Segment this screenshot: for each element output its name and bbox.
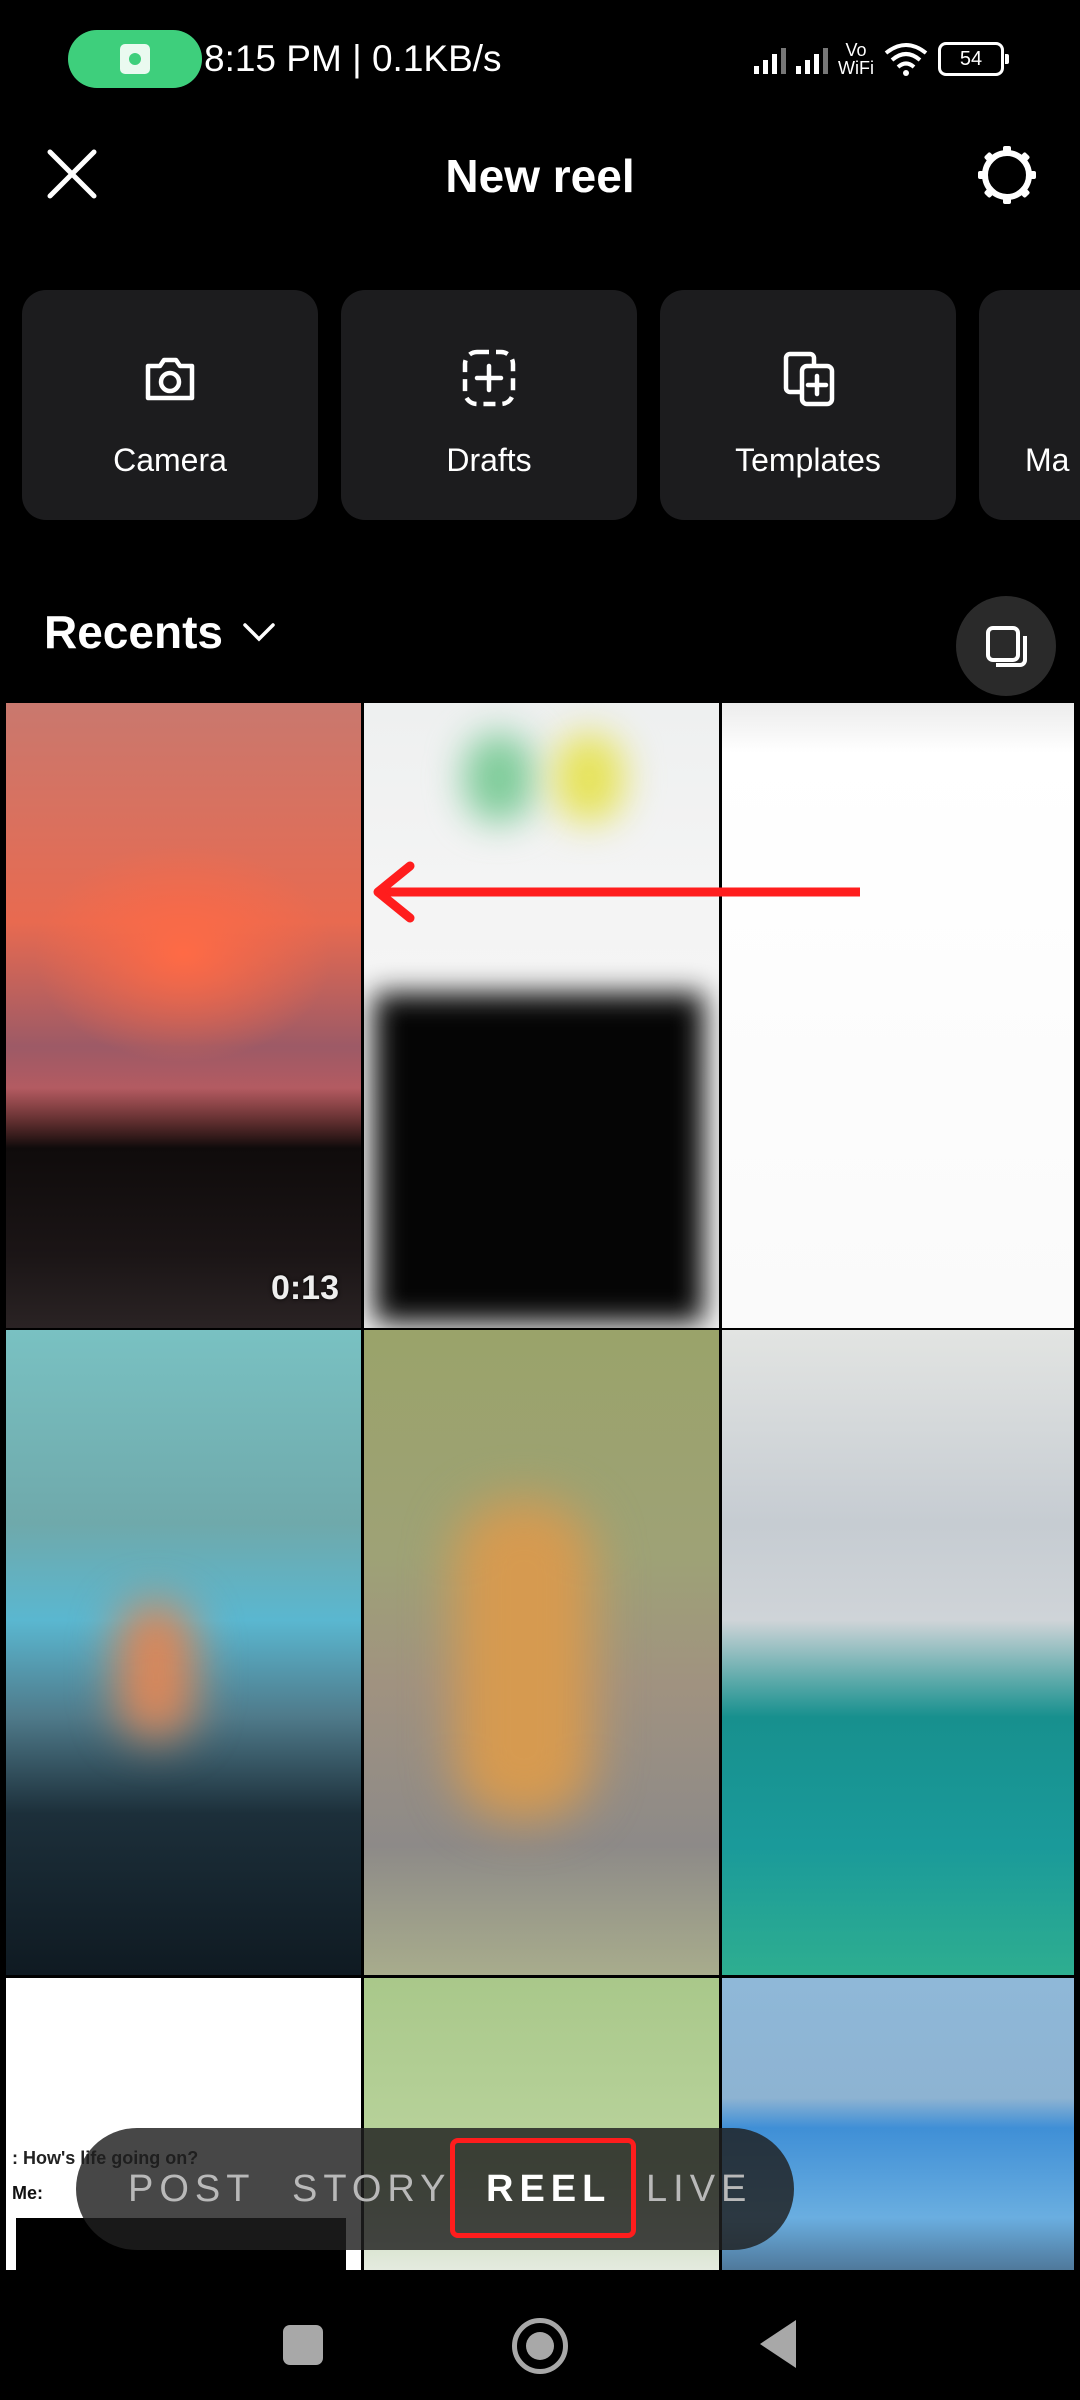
screen-recording-indicator[interactable] (68, 30, 202, 88)
drafts-label: Drafts (446, 442, 532, 478)
thumbnail-image (374, 993, 704, 1323)
create-options: Camera Drafts Templates Ma (22, 290, 1080, 520)
drafts-tile[interactable]: Drafts (341, 290, 637, 520)
battery-icon: 54 (938, 42, 1009, 76)
camera-label: Camera (113, 442, 227, 478)
status-time-speed: 8:15 PM | 0.1KB/s (204, 38, 502, 79)
status-icons: Vo WiFi 54 (754, 34, 1009, 84)
wifi-icon (884, 43, 928, 76)
system-nav-bar (0, 2270, 1080, 2400)
recording-camera-icon (120, 44, 150, 74)
mode-live[interactable]: LIVE (646, 2166, 752, 2212)
thumbnail-me-label: Me: (12, 2183, 43, 2203)
media-thumbnail[interactable] (6, 1330, 361, 1975)
video-duration: 0:13 (270, 1269, 339, 1307)
battery-level: 54 (959, 47, 983, 70)
select-multiple-icon (986, 626, 1027, 667)
vowifi-label-top: Vo (845, 40, 867, 60)
mode-story[interactable]: STORY (292, 2166, 452, 2212)
templates-tile[interactable]: Templates (660, 290, 956, 520)
signal-icon-sim1 (754, 44, 787, 74)
mode-selector: POST STORY REEL LIVE (76, 2128, 794, 2250)
more-tile-label: Ma (1025, 442, 1070, 478)
select-multiple-button[interactable] (956, 596, 1056, 696)
page-title: New reel (445, 150, 635, 202)
recents-icon[interactable] (283, 2325, 323, 2365)
top-bar: New reel (0, 120, 1080, 230)
thumbnail-image (454, 1500, 594, 1820)
vowifi-icon: Vo WiFi (838, 41, 874, 77)
media-thumbnail[interactable] (364, 703, 719, 1328)
annotation-arrow-icon (373, 861, 860, 923)
media-thumbnail[interactable] (364, 1330, 719, 1975)
templates-icon (783, 351, 835, 407)
thumbnail-image (554, 733, 624, 823)
drafts-icon (462, 349, 516, 407)
album-selector[interactable]: Recents (44, 605, 277, 659)
thumbnail-image (464, 733, 534, 823)
signal-icon-sim2 (796, 44, 829, 74)
gear-icon[interactable] (974, 142, 1040, 208)
thumbnail-image (116, 1600, 196, 1740)
vowifi-label-bottom: WiFi (838, 58, 874, 78)
media-thumbnail[interactable] (722, 703, 1074, 1328)
camera-tile[interactable]: Camera (22, 290, 318, 520)
media-thumbnail-video[interactable]: 0:13 (6, 703, 361, 1328)
more-tile[interactable]: Ma (979, 290, 1080, 520)
chevron-down-icon (243, 623, 275, 642)
mode-post[interactable]: POST (128, 2166, 255, 2212)
home-icon[interactable] (512, 2318, 568, 2374)
album-label: Recents (44, 606, 223, 658)
camera-icon (145, 357, 195, 401)
media-thumbnail[interactable] (722, 1330, 1074, 1975)
templates-label: Templates (735, 442, 881, 478)
media-grid: 0:13 : How's life going on? Me: (6, 703, 1074, 2270)
status-bar: 8:15 PM | 0.1KB/s Vo WiFi 54 (0, 0, 1080, 120)
annotation-highlight-box (450, 2138, 636, 2238)
back-icon[interactable] (760, 2320, 796, 2368)
